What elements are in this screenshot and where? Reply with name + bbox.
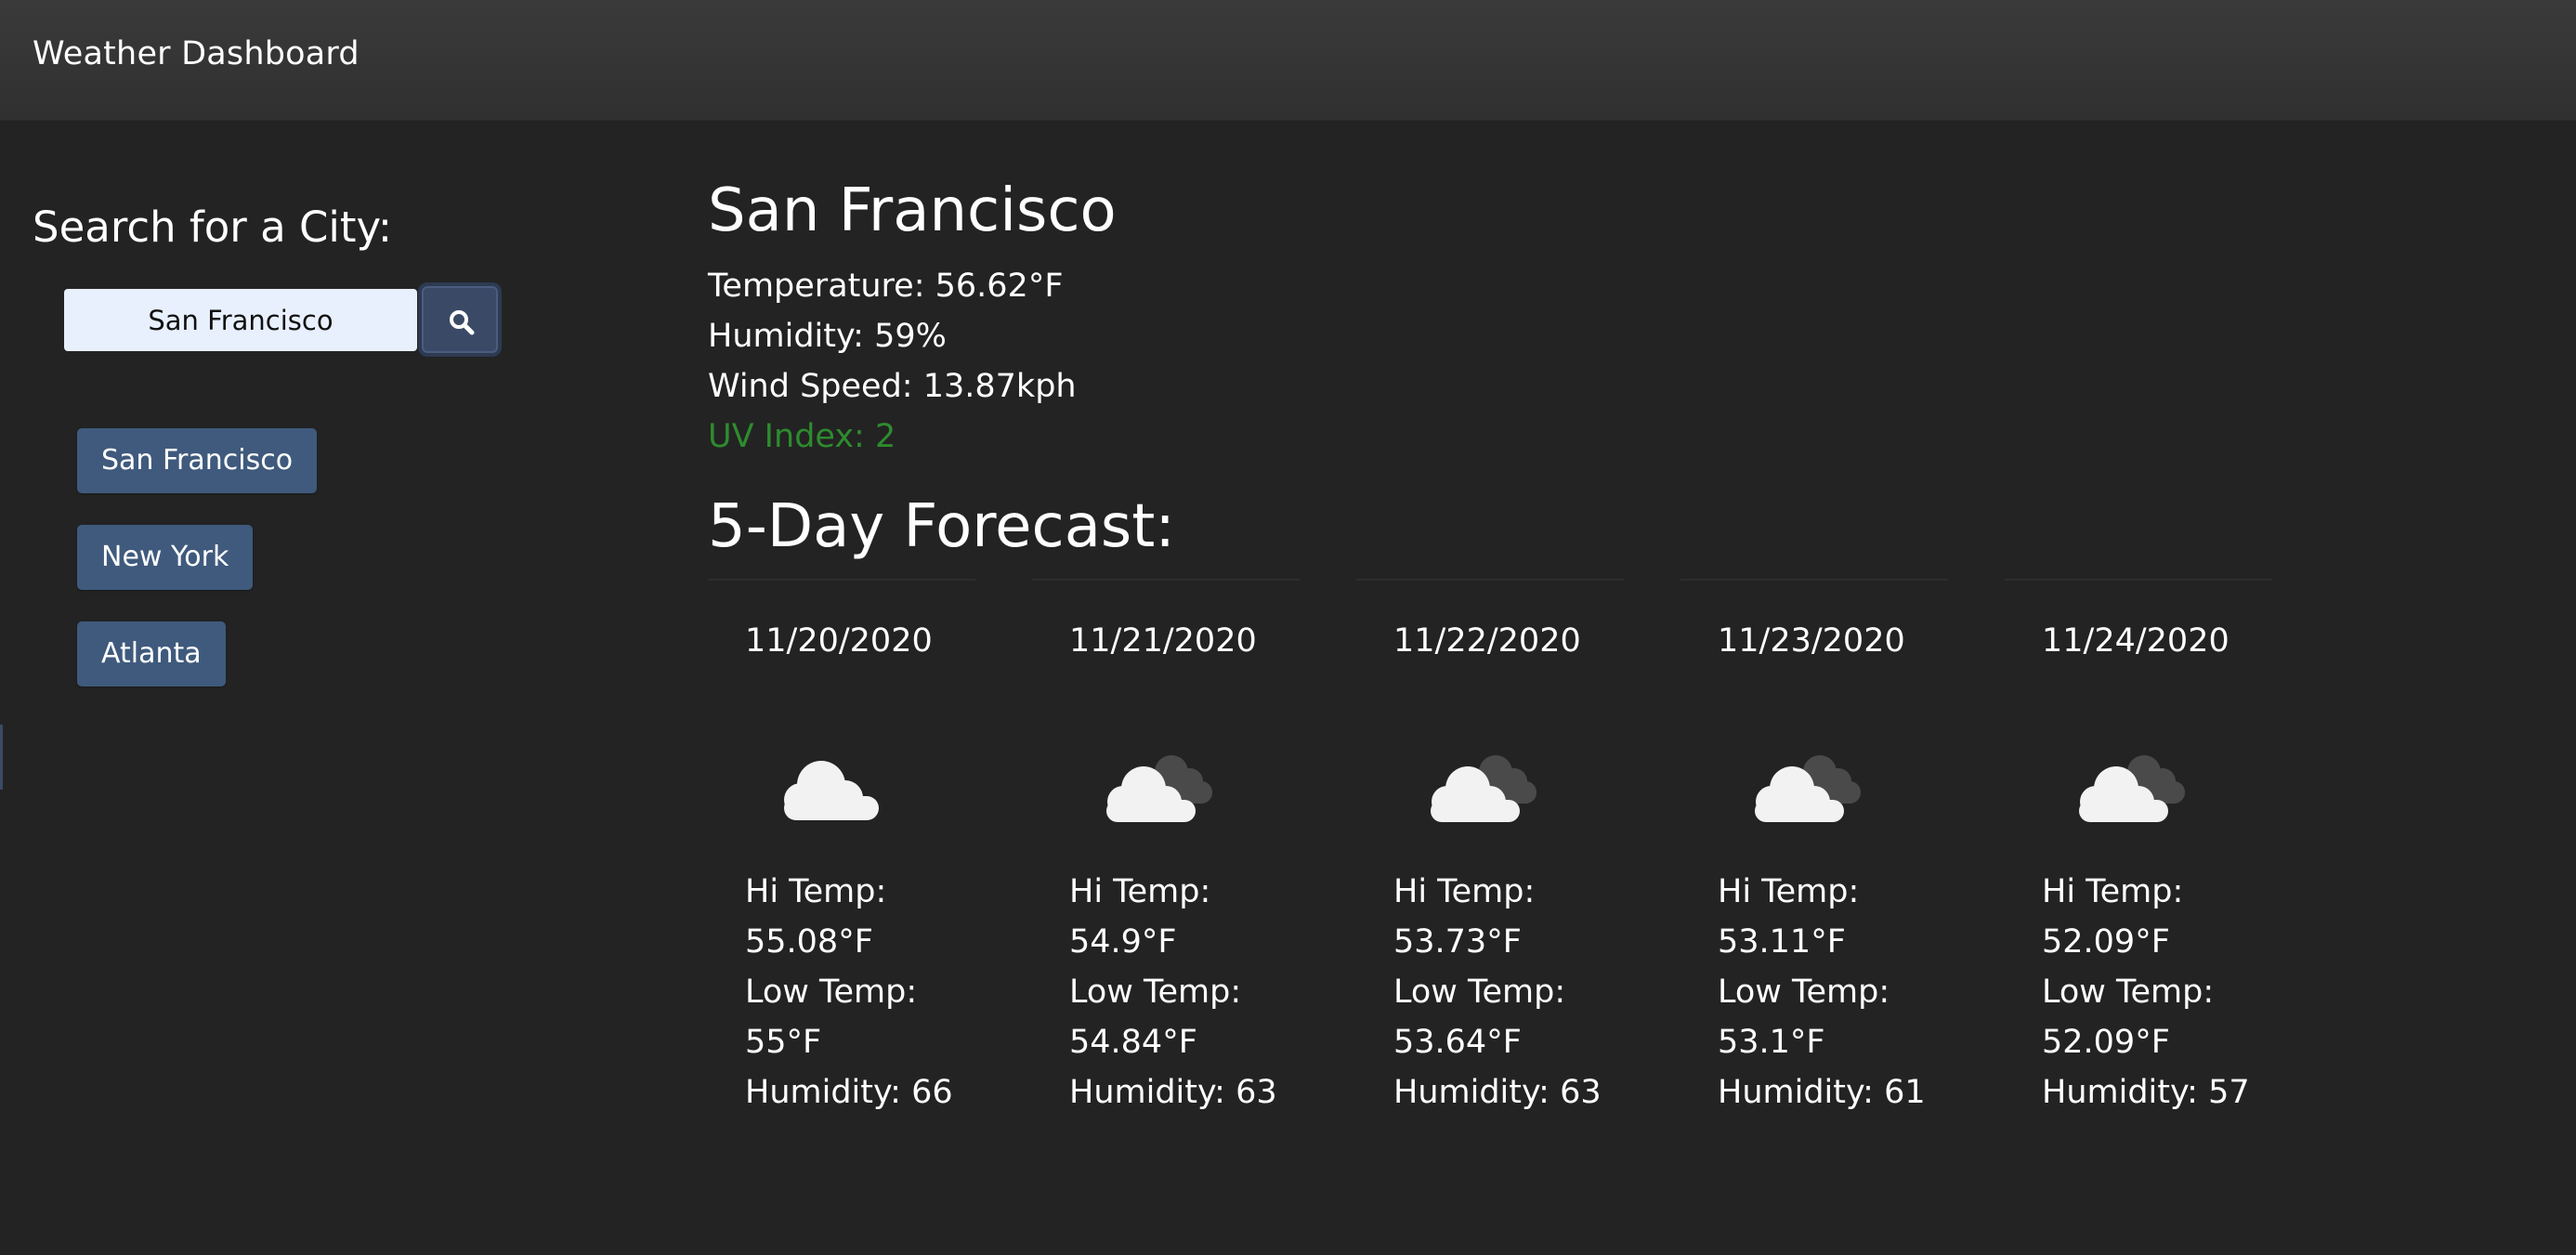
forecast-low-label: Low Temp: [1393,974,1566,1011]
city-search-input[interactable] [64,289,417,351]
forecast-hi-label: Hi Temp: [1069,873,1211,910]
broken-clouds-icon [1431,755,1536,822]
current-humidity: Humidity: 59% [708,318,947,355]
forecast-hi-value: 55.08°F [745,923,873,961]
current-wind-speed: Wind Speed: 13.87kph [708,368,1077,405]
forecast-card: 11/21/2020 Hi Temp: 54.9°F Low Temp: 54.… [1032,579,1300,1136]
forecast-low-value: 52.09°F [2042,1024,2170,1061]
forecast-humidity: Humidity: 66 [745,1074,953,1111]
forecast-low-label: Low Temp: [2042,974,2215,1011]
forecast-hi-value: 54.9°F [1069,923,1177,961]
forecast-date: 11/23/2020 [1718,622,1905,660]
broken-clouds-icon [1755,755,1861,822]
forecast-hi-label: Hi Temp: [1393,873,1536,910]
forecast-low-label: Low Temp: [745,974,918,1011]
navbar: Weather Dashboard [0,0,2576,121]
current-temperature: Temperature: 56.62°F [708,268,1064,305]
cloud-icon [784,761,879,820]
forecast-date: 11/20/2020 [745,622,933,660]
forecast-hi-value: 52.09°F [2042,923,2170,961]
forecast-hi-label: Hi Temp: [745,873,887,910]
forecast-card: 11/23/2020 Hi Temp: 53.11°F Low Temp: 53… [1680,579,1948,1136]
app-title: Weather Dashboard [33,35,360,72]
forecast-date: 11/21/2020 [1069,622,1257,660]
current-city-name: San Francisco [708,176,1117,245]
history-city-button[interactable]: San Francisco [77,428,318,493]
forecast-low-value: 55°F [745,1024,822,1061]
search-heading: Search for a City: [33,203,393,252]
forecast-low-value: 54.84°F [1069,1024,1197,1061]
forecast-low-label: Low Temp: [1718,974,1890,1011]
forecast-humidity: Humidity: 57 [2042,1074,2250,1111]
main-panel: San Francisco Temperature: 56.62°F Humid… [708,121,2473,1235]
forecast-low-value: 53.64°F [1393,1024,1522,1061]
forecast-card: 11/20/2020 Hi Temp: 55.08°F Low Temp: 55… [708,579,975,1136]
current-uv-index: UV Index: 2 [708,418,896,455]
forecast-date: 11/24/2020 [2042,622,2229,660]
forecast-humidity: Humidity: 61 [1718,1074,1926,1111]
forecast-card: 11/24/2020 Hi Temp: 52.09°F Low Temp: 52… [2005,579,2272,1136]
history-city-button[interactable]: Atlanta [77,621,226,686]
forecast-humidity: Humidity: 63 [1393,1074,1602,1111]
search-icon [450,310,475,335]
forecast-humidity: Humidity: 63 [1069,1074,1277,1111]
broken-clouds-icon [2079,755,2185,822]
forecast-hi-value: 53.73°F [1393,923,1522,961]
sidebar: Search for a City: San Francisco New Yor… [0,121,650,1255]
forecast-heading: 5-Day Forecast: [708,492,1175,561]
forecast-hi-value: 53.11°F [1718,923,1846,961]
forecast-low-label: Low Temp: [1069,974,1242,1011]
forecast-hi-label: Hi Temp: [1718,873,1860,910]
forecast-date: 11/22/2020 [1393,622,1581,660]
forecast-hi-label: Hi Temp: [2042,873,2184,910]
broken-clouds-icon [1106,755,1212,822]
search-button[interactable] [418,282,502,357]
history-city-button[interactable]: New York [77,525,254,590]
forecast-card: 11/22/2020 Hi Temp: 53.73°F Low Temp: 53… [1356,579,1624,1136]
forecast-low-value: 53.1°F [1718,1024,1825,1061]
